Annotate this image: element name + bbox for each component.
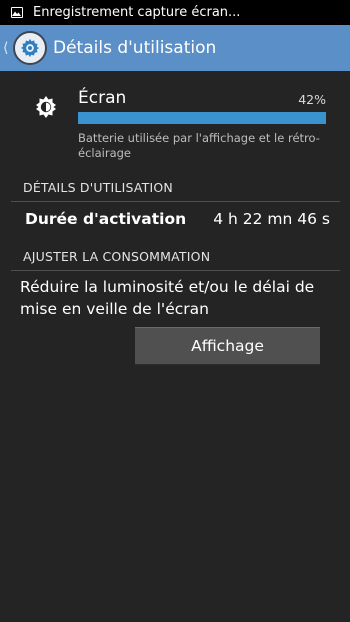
section-header-usage-details: DÉTAILS D'UTILISATION (11, 180, 340, 202)
chevron-left-icon[interactable]: ⟨ (3, 40, 11, 56)
section-header-label: AJUSTER LA CONSOMMATION (23, 249, 211, 264)
battery-item-description: Batterie utilisée par l'affichage et le … (78, 131, 320, 160)
page-title: Détails d'utilisation (53, 38, 217, 58)
section-header-adjust-consumption: AJUSTER LA CONSOMMATION (11, 249, 340, 271)
display-settings-button[interactable]: Affichage (135, 327, 320, 365)
section-header-label: DÉTAILS D'UTILISATION (23, 180, 173, 195)
divider (11, 201, 340, 202)
brightness-icon (35, 96, 57, 118)
adjust-advice-text: Réduire la luminosité et/ou le délai de … (20, 278, 315, 318)
status-bar: Enregistrement capture écran... (0, 0, 350, 25)
image-icon (11, 7, 23, 18)
detail-value: 4 h 22 mn 46 s (213, 210, 330, 228)
divider (11, 270, 340, 271)
status-notification-text: Enregistrement capture écran... (33, 5, 241, 20)
gear-icon[interactable] (13, 31, 47, 65)
detail-row-activation-duration: Durée d'activation 4 h 22 mn 46 s (25, 210, 330, 228)
battery-usage-bar (78, 112, 326, 124)
battery-item-percent: 42% (298, 92, 326, 107)
action-bar: ⟨ Détails d'utilisation (0, 25, 350, 71)
detail-label: Durée d'activation (25, 210, 187, 228)
battery-usage-bar-fill (78, 112, 326, 124)
battery-item-title: Écran (78, 88, 127, 108)
